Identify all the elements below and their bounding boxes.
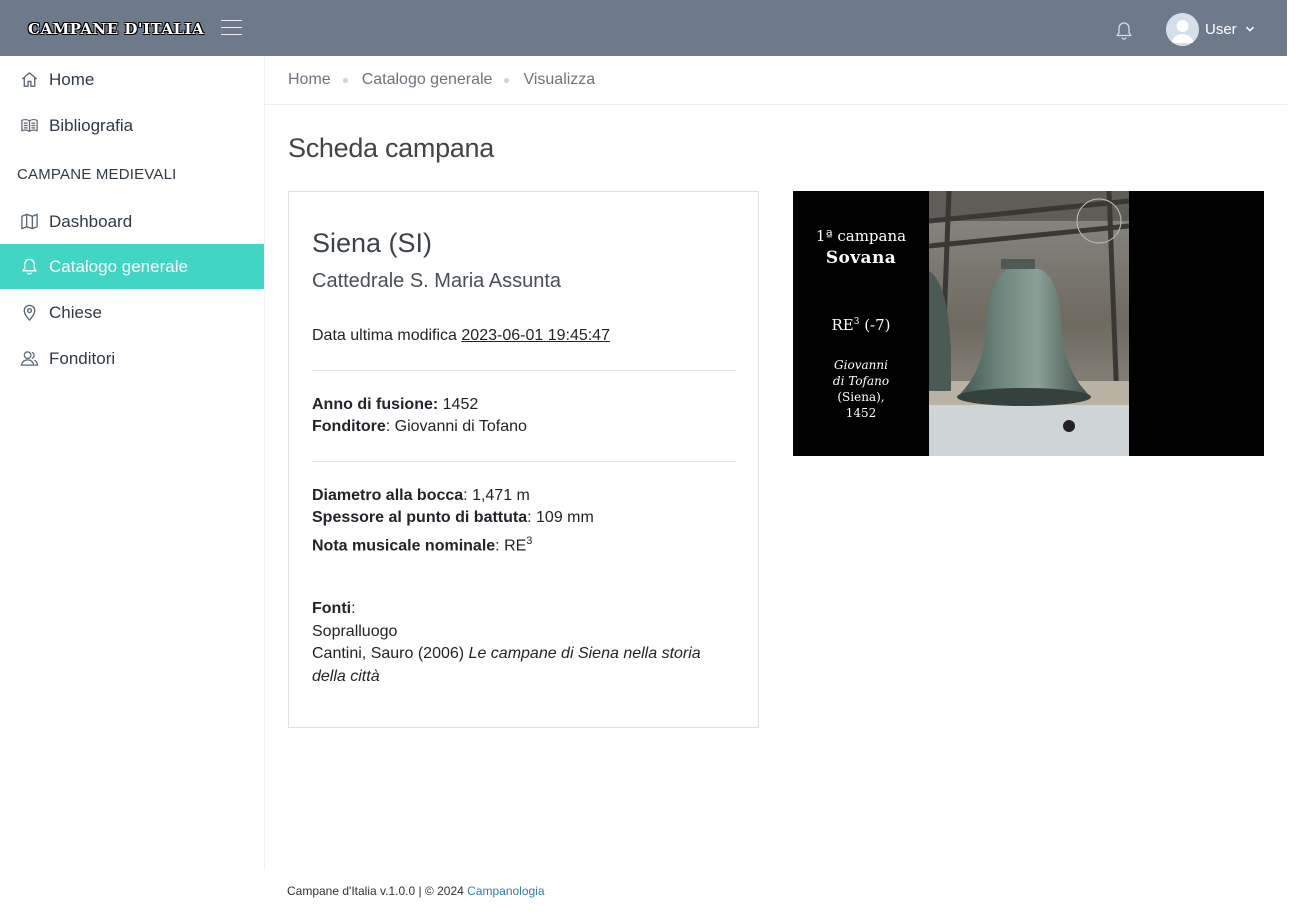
bell-detail-card: Siena (SI) Cattedrale S. Maria Assunta D… — [288, 191, 759, 728]
diametro-label: Diametro alla bocca — [312, 487, 464, 504]
nota-value: : RE — [495, 537, 527, 555]
breadcrumb-home[interactable]: Home — [288, 71, 331, 89]
sidebar-item-label: Chiese — [49, 302, 102, 322]
photo-place-line: (Siena), — [837, 390, 885, 404]
home-icon — [21, 71, 38, 87]
photo-caption-founder: Giovanni di Tofano — [793, 357, 929, 389]
fonti-item: Cantini, Sauro (2006) Le campane di Sien… — [312, 643, 732, 688]
photo-founder-line: di Tofano — [832, 374, 890, 388]
diametro-value: : 1,471 m — [463, 487, 530, 504]
brand-logo[interactable]: CAMPANE D'ITALIA — [28, 20, 204, 38]
breadcrumb-current: Visualizza — [523, 71, 596, 88]
fonti-heading: Fonti: — [312, 598, 732, 621]
fonditore: Fonditore: Giovanni di Tofano — [312, 416, 527, 439]
fonti-item: Sopralluogo — [312, 623, 398, 640]
fonditore-label: Fonditore — [312, 418, 386, 435]
nota-octave: 3 — [526, 535, 533, 547]
sidebar-item-label: Fonditori — [49, 348, 116, 368]
sidebar-item-label: Catalogo generale — [49, 256, 188, 276]
sidebar-item-bibliografia[interactable]: Bibliografia — [0, 103, 264, 148]
anno-di-fusione: Anno di fusione: 1452 — [312, 394, 478, 417]
photo-caption-note: RE3 (-7) — [793, 316, 929, 334]
user-name: User — [1205, 20, 1237, 38]
sidebar: Home Bibliografia CAMPANE MEDIEVALI Dash… — [0, 56, 265, 870]
sidebar-section-heading: CAMPANE MEDIEVALI — [17, 166, 177, 183]
nota-label: Nota musicale nominale — [312, 537, 496, 555]
breadcrumb-catalogo-generale[interactable]: Catalogo generale — [362, 71, 493, 89]
avatar — [1166, 12, 1199, 46]
map-icon — [21, 213, 38, 230]
spessore: Spessore al punto di battuta: 109 mm — [312, 507, 594, 530]
spessore-label: Spessore al punto di battuta — [312, 509, 528, 526]
user-menu[interactable]: User — [1166, 12, 1255, 46]
sidebar-item-fonditori[interactable]: Fonditori — [0, 336, 264, 381]
diametro: Diametro alla bocca: 1,471 m — [312, 485, 530, 508]
bell-photo: 1ª campana Sovana RE3 (-7) Giovanni di T… — [793, 191, 1264, 456]
sidebar-item-home[interactable]: Home — [0, 57, 264, 102]
sidebar-item-label: Bibliografia — [49, 115, 134, 135]
top-navbar: CAMPANE D'ITALIA User — [0, 0, 1287, 56]
divider — [312, 370, 736, 371]
bell-image — [929, 191, 1129, 456]
sidebar-item-chiese[interactable]: Chiese — [0, 290, 264, 335]
sidebar-item-label: Home — [49, 69, 95, 89]
bell-church: Cattedrale S. Maria Assunta — [312, 270, 562, 292]
breadcrumb-separator — [504, 77, 510, 83]
divider — [312, 461, 736, 462]
footer: Campane d'Italia v.1.0.0 | © 2024 Campan… — [287, 884, 545, 898]
sidebar-item-catalogo-generale[interactable]: Catalogo generale — [0, 244, 264, 289]
notification-bell-icon[interactable] — [1115, 21, 1133, 41]
footer-link[interactable]: Campanologia — [467, 884, 544, 898]
spessore-value: : 109 mm — [527, 509, 594, 526]
location-pin-icon — [23, 304, 36, 322]
photo-caption: 1ª campana Sovana RE3 (-7) Giovanni di T… — [793, 191, 929, 456]
photo-caption-place: (Siena), 1452 — [793, 389, 929, 421]
last-modified-label: Data ultima modifica — [312, 327, 457, 344]
photo-note: RE — [831, 316, 854, 334]
photo-founder-line: Giovanni — [834, 358, 888, 372]
bell-city: Siena (SI) — [312, 228, 433, 258]
hamburger-menu-icon[interactable] — [221, 19, 242, 35]
photo-caption-name: Sovana — [825, 248, 897, 268]
users-icon — [20, 351, 39, 366]
footer-text: Campane d'Italia v.1.0.0 | © 2024 — [287, 884, 468, 898]
last-modified-link[interactable]: 2023-06-01 19:45:47 — [461, 327, 610, 344]
fonti-colon: : — [351, 600, 356, 617]
photo-caption-line: 1ª campana — [815, 227, 907, 245]
breadcrumb: Home Catalogo generale Visualizza — [265, 56, 1287, 105]
last-modified: Data ultima modifica 2023-06-01 19:45:47 — [312, 327, 610, 345]
nota-musicale: Nota musicale nominale: RE3 — [312, 530, 532, 558]
photo-note-rest: (-7) — [859, 316, 891, 334]
anno-value: 1452 — [442, 396, 479, 413]
chevron-down-icon — [1245, 26, 1254, 32]
anno-label: Anno di fusione: — [312, 396, 439, 413]
breadcrumb-separator — [342, 77, 348, 83]
photo-year-line: 1452 — [845, 406, 877, 420]
book-icon — [21, 119, 38, 132]
sidebar-item-label: Dashboard — [49, 211, 133, 231]
fonditore-value: : Giovanni di Tofano — [385, 418, 527, 435]
page-title: Scheda campana — [288, 133, 494, 163]
fonti-label: Fonti — [312, 600, 352, 617]
sidebar-item-dashboard[interactable]: Dashboard — [0, 199, 264, 244]
bell-icon — [21, 258, 38, 275]
fonti-author: Cantini, Sauro (2006) — [312, 645, 465, 662]
